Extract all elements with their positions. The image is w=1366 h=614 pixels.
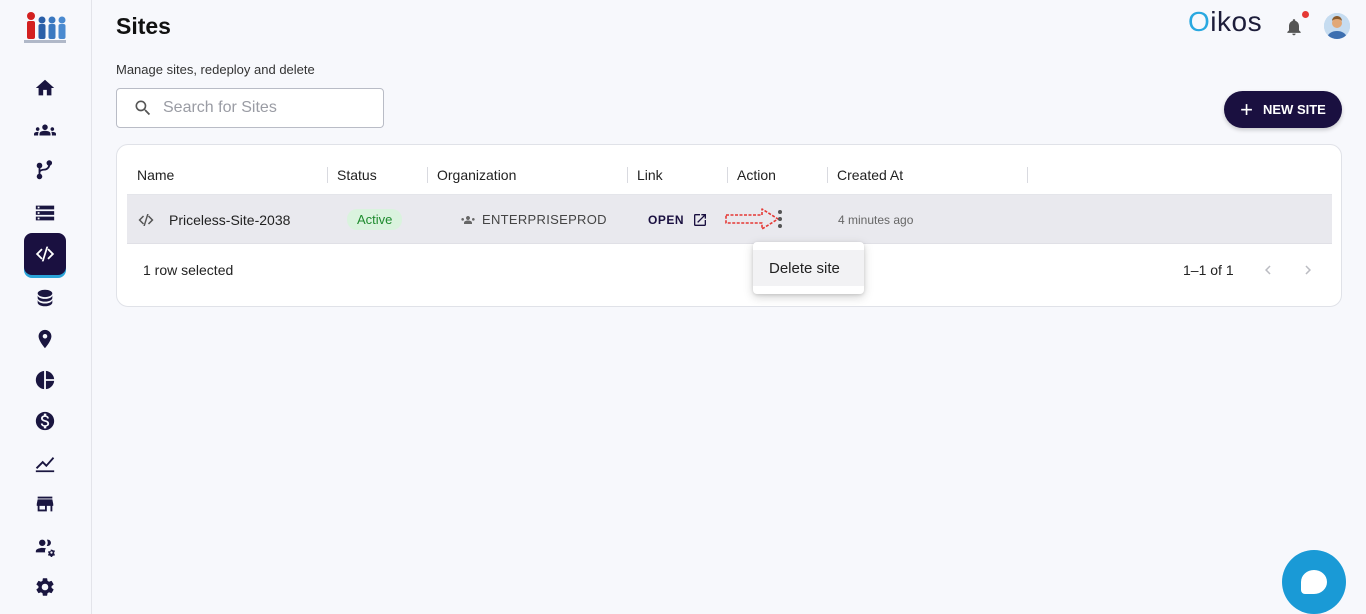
column-header-created-at[interactable]: Created At — [837, 167, 903, 183]
users-settings-icon — [35, 539, 55, 557]
search-icon — [135, 100, 151, 116]
groups-icon — [34, 124, 56, 136]
chevron-left-icon — [1265, 265, 1271, 275]
nav-metrics[interactable] — [24, 442, 66, 484]
location-pin-icon — [38, 329, 52, 349]
column-header-name[interactable]: Name — [137, 167, 174, 183]
column-separator[interactable] — [427, 167, 428, 183]
column-header-organization[interactable]: Organization — [437, 167, 516, 183]
brand-rest: ikos — [1210, 6, 1263, 37]
cell-status: Active — [347, 195, 403, 244]
next-page-button[interactable] — [1295, 257, 1321, 283]
sites-table: Name Status Organization Link Action Cre… — [116, 144, 1342, 307]
sidebar — [0, 0, 92, 614]
code-icon — [35, 246, 55, 262]
nav-billing[interactable] — [24, 400, 66, 442]
store-icon — [36, 496, 54, 512]
settings-icon — [36, 578, 54, 596]
cell-name: Priceless-Site-2038 — [137, 195, 290, 244]
brand-wordmark: Oikos — [1188, 6, 1262, 38]
nav-analytics[interactable] — [24, 359, 66, 401]
chat-launcher-button[interactable] — [1282, 550, 1346, 614]
column-header-action[interactable]: Action — [737, 167, 776, 183]
notifications-bell-icon[interactable] — [1284, 16, 1304, 38]
nav-locations[interactable] — [24, 318, 66, 360]
page-subtitle: Manage sites, redeploy and delete — [116, 62, 315, 77]
cell-created-at: 4 minutes ago — [838, 195, 913, 244]
page-title: Sites — [116, 13, 171, 39]
column-separator[interactable] — [327, 167, 328, 183]
column-separator[interactable] — [1027, 167, 1028, 183]
dollar-icon — [35, 411, 55, 431]
search-input[interactable] — [163, 99, 373, 117]
plus-icon: + — [1240, 96, 1253, 122]
column-separator[interactable] — [827, 167, 828, 183]
branch-icon — [36, 160, 53, 180]
nav-sites[interactable] — [24, 233, 66, 275]
groups-icon — [461, 215, 475, 224]
dot — [778, 210, 782, 214]
servers-icon — [35, 205, 55, 221]
row-actions-menu-button[interactable] — [773, 207, 787, 231]
site-name: Priceless-Site-2038 — [169, 211, 291, 228]
pie-chart-icon — [35, 370, 55, 390]
previous-page-button[interactable] — [1255, 257, 1281, 283]
table-header: Name Status Organization Link Action Cre… — [127, 159, 1332, 195]
nav-user-management[interactable] — [24, 525, 66, 567]
notification-dot — [1302, 11, 1309, 18]
home-icon — [35, 79, 55, 96]
nav-servers[interactable] — [24, 192, 66, 234]
chat-bubble-icon — [1301, 570, 1327, 594]
database-icon — [37, 289, 53, 307]
nav-home[interactable] — [24, 67, 66, 109]
trending-icon — [35, 457, 55, 473]
dot — [778, 224, 782, 228]
user-avatar[interactable] — [1324, 13, 1350, 39]
new-site-button[interactable]: + NEW SITE — [1224, 91, 1342, 128]
chevron-right-icon — [1305, 265, 1311, 275]
cell-link: OPEN — [648, 195, 708, 244]
created-at-value: 4 minutes ago — [838, 212, 914, 227]
dot — [778, 217, 782, 221]
column-header-status[interactable]: Status — [337, 167, 377, 183]
nav-teams[interactable] — [24, 109, 66, 151]
external-link-icon[interactable] — [692, 212, 708, 228]
row-actions-dropdown: Delete site — [753, 242, 864, 294]
organization-name: ENTERPRISEPROD — [482, 212, 607, 227]
code-icon — [138, 213, 154, 226]
app-logo[interactable] — [22, 8, 68, 48]
open-site-link[interactable]: OPEN — [648, 213, 684, 227]
search-box — [116, 88, 384, 128]
delete-site-menu-item[interactable]: Delete site — [753, 250, 864, 286]
nav-store[interactable] — [24, 483, 66, 525]
column-separator[interactable] — [627, 167, 628, 183]
cell-organization: ENTERPRISEPROD — [460, 195, 607, 244]
selected-rows-count: 1 row selected — [143, 262, 234, 278]
column-header-link[interactable]: Link — [637, 167, 663, 183]
table-row[interactable]: Priceless-Site-2038 Active ENTERPRISEPRO… — [127, 195, 1332, 244]
brand-first-letter: O — [1188, 6, 1211, 37]
nav-databases[interactable] — [24, 277, 66, 319]
status-badge: Active — [347, 209, 403, 230]
nav-branches[interactable] — [24, 150, 66, 192]
nav-settings[interactable] — [24, 566, 66, 608]
column-separator[interactable] — [727, 167, 728, 183]
pagination-range: 1–1 of 1 — [1183, 262, 1234, 278]
new-site-label: NEW SITE — [1263, 102, 1326, 117]
